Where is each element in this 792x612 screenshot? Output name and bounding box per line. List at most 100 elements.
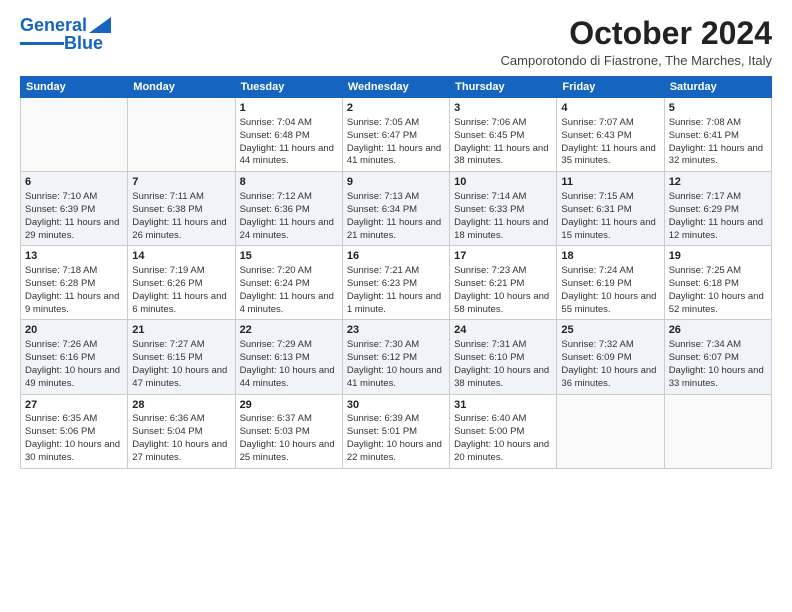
day-number: 6	[25, 175, 123, 190]
day-info: Sunrise: 7:30 AM Sunset: 6:12 PM Dayligh…	[347, 339, 445, 390]
day-number: 29	[240, 398, 338, 413]
day-info: Sunrise: 7:12 AM Sunset: 6:36 PM Dayligh…	[240, 191, 338, 242]
calendar-cell: 17Sunrise: 7:23 AM Sunset: 6:21 PM Dayli…	[450, 246, 557, 320]
day-number: 21	[132, 323, 230, 338]
day-number: 27	[25, 398, 123, 413]
day-info: Sunrise: 7:20 AM Sunset: 6:24 PM Dayligh…	[240, 265, 338, 316]
day-number: 19	[669, 249, 767, 264]
title-block: October 2024 Camporotondo di Fiastrone, …	[501, 16, 772, 68]
calendar-cell: 25Sunrise: 7:32 AM Sunset: 6:09 PM Dayli…	[557, 320, 664, 394]
calendar-cell: 7Sunrise: 7:11 AM Sunset: 6:38 PM Daylig…	[128, 172, 235, 246]
calendar-cell: 13Sunrise: 7:18 AM Sunset: 6:28 PM Dayli…	[21, 246, 128, 320]
day-info: Sunrise: 7:05 AM Sunset: 6:47 PM Dayligh…	[347, 117, 445, 168]
calendar-cell: 24Sunrise: 7:31 AM Sunset: 6:10 PM Dayli…	[450, 320, 557, 394]
calendar-cell: 18Sunrise: 7:24 AM Sunset: 6:19 PM Dayli…	[557, 246, 664, 320]
day-number: 3	[454, 101, 552, 116]
day-info: Sunrise: 7:25 AM Sunset: 6:18 PM Dayligh…	[669, 265, 767, 316]
day-number: 24	[454, 323, 552, 338]
calendar-week-2: 6Sunrise: 7:10 AM Sunset: 6:39 PM Daylig…	[21, 172, 772, 246]
calendar-header-thursday: Thursday	[450, 77, 557, 98]
day-info: Sunrise: 7:18 AM Sunset: 6:28 PM Dayligh…	[25, 265, 123, 316]
calendar-header-row: SundayMondayTuesdayWednesdayThursdayFrid…	[21, 77, 772, 98]
calendar-week-5: 27Sunrise: 6:35 AM Sunset: 5:06 PM Dayli…	[21, 394, 772, 468]
calendar-table: SundayMondayTuesdayWednesdayThursdayFrid…	[20, 76, 772, 468]
day-number: 30	[347, 398, 445, 413]
day-number: 26	[669, 323, 767, 338]
calendar-cell: 11Sunrise: 7:15 AM Sunset: 6:31 PM Dayli…	[557, 172, 664, 246]
day-info: Sunrise: 7:15 AM Sunset: 6:31 PM Dayligh…	[561, 191, 659, 242]
calendar-cell: 6Sunrise: 7:10 AM Sunset: 6:39 PM Daylig…	[21, 172, 128, 246]
calendar-cell: 5Sunrise: 7:08 AM Sunset: 6:41 PM Daylig…	[664, 98, 771, 172]
calendar-cell: 31Sunrise: 6:40 AM Sunset: 5:00 PM Dayli…	[450, 394, 557, 468]
calendar-week-4: 20Sunrise: 7:26 AM Sunset: 6:16 PM Dayli…	[21, 320, 772, 394]
calendar-cell: 29Sunrise: 6:37 AM Sunset: 5:03 PM Dayli…	[235, 394, 342, 468]
day-info: Sunrise: 7:17 AM Sunset: 6:29 PM Dayligh…	[669, 191, 767, 242]
day-number: 22	[240, 323, 338, 338]
day-info: Sunrise: 7:26 AM Sunset: 6:16 PM Dayligh…	[25, 339, 123, 390]
logo-icon	[89, 17, 111, 33]
day-info: Sunrise: 7:06 AM Sunset: 6:45 PM Dayligh…	[454, 117, 552, 168]
calendar-header-saturday: Saturday	[664, 77, 771, 98]
calendar-cell: 16Sunrise: 7:21 AM Sunset: 6:23 PM Dayli…	[342, 246, 449, 320]
day-number: 23	[347, 323, 445, 338]
calendar-cell	[128, 98, 235, 172]
day-number: 5	[669, 101, 767, 116]
day-info: Sunrise: 7:07 AM Sunset: 6:43 PM Dayligh…	[561, 117, 659, 168]
day-info: Sunrise: 6:39 AM Sunset: 5:01 PM Dayligh…	[347, 413, 445, 464]
day-number: 13	[25, 249, 123, 264]
calendar-header-wednesday: Wednesday	[342, 77, 449, 98]
day-info: Sunrise: 7:34 AM Sunset: 6:07 PM Dayligh…	[669, 339, 767, 390]
day-info: Sunrise: 7:04 AM Sunset: 6:48 PM Dayligh…	[240, 117, 338, 168]
day-info: Sunrise: 7:08 AM Sunset: 6:41 PM Dayligh…	[669, 117, 767, 168]
calendar-cell: 27Sunrise: 6:35 AM Sunset: 5:06 PM Dayli…	[21, 394, 128, 468]
day-number: 9	[347, 175, 445, 190]
calendar-header-sunday: Sunday	[21, 77, 128, 98]
calendar-header-monday: Monday	[128, 77, 235, 98]
day-number: 8	[240, 175, 338, 190]
day-info: Sunrise: 7:10 AM Sunset: 6:39 PM Dayligh…	[25, 191, 123, 242]
calendar-cell: 22Sunrise: 7:29 AM Sunset: 6:13 PM Dayli…	[235, 320, 342, 394]
calendar-header-tuesday: Tuesday	[235, 77, 342, 98]
day-info: Sunrise: 6:36 AM Sunset: 5:04 PM Dayligh…	[132, 413, 230, 464]
day-number: 12	[669, 175, 767, 190]
day-number: 7	[132, 175, 230, 190]
calendar-cell: 26Sunrise: 7:34 AM Sunset: 6:07 PM Dayli…	[664, 320, 771, 394]
day-info: Sunrise: 7:21 AM Sunset: 6:23 PM Dayligh…	[347, 265, 445, 316]
calendar-week-1: 1Sunrise: 7:04 AM Sunset: 6:48 PM Daylig…	[21, 98, 772, 172]
day-info: Sunrise: 6:35 AM Sunset: 5:06 PM Dayligh…	[25, 413, 123, 464]
day-info: Sunrise: 6:40 AM Sunset: 5:00 PM Dayligh…	[454, 413, 552, 464]
calendar-week-3: 13Sunrise: 7:18 AM Sunset: 6:28 PM Dayli…	[21, 246, 772, 320]
calendar-cell: 3Sunrise: 7:06 AM Sunset: 6:45 PM Daylig…	[450, 98, 557, 172]
month-title: October 2024	[501, 16, 772, 51]
calendar-cell: 1Sunrise: 7:04 AM Sunset: 6:48 PM Daylig…	[235, 98, 342, 172]
day-number: 18	[561, 249, 659, 264]
calendar-cell: 9Sunrise: 7:13 AM Sunset: 6:34 PM Daylig…	[342, 172, 449, 246]
day-number: 28	[132, 398, 230, 413]
day-number: 2	[347, 101, 445, 116]
logo: General Blue	[20, 16, 111, 54]
day-number: 10	[454, 175, 552, 190]
logo-blue: Blue	[64, 34, 103, 54]
logo-general: General	[20, 15, 87, 35]
calendar-cell: 8Sunrise: 7:12 AM Sunset: 6:36 PM Daylig…	[235, 172, 342, 246]
day-number: 25	[561, 323, 659, 338]
day-number: 4	[561, 101, 659, 116]
day-number: 14	[132, 249, 230, 264]
day-info: Sunrise: 7:14 AM Sunset: 6:33 PM Dayligh…	[454, 191, 552, 242]
day-info: Sunrise: 7:23 AM Sunset: 6:21 PM Dayligh…	[454, 265, 552, 316]
day-number: 16	[347, 249, 445, 264]
day-info: Sunrise: 7:13 AM Sunset: 6:34 PM Dayligh…	[347, 191, 445, 242]
calendar-cell: 21Sunrise: 7:27 AM Sunset: 6:15 PM Dayli…	[128, 320, 235, 394]
day-number: 11	[561, 175, 659, 190]
calendar-cell: 15Sunrise: 7:20 AM Sunset: 6:24 PM Dayli…	[235, 246, 342, 320]
calendar-cell: 4Sunrise: 7:07 AM Sunset: 6:43 PM Daylig…	[557, 98, 664, 172]
day-info: Sunrise: 6:37 AM Sunset: 5:03 PM Dayligh…	[240, 413, 338, 464]
calendar-cell	[557, 394, 664, 468]
day-info: Sunrise: 7:19 AM Sunset: 6:26 PM Dayligh…	[132, 265, 230, 316]
day-number: 17	[454, 249, 552, 264]
calendar-header-friday: Friday	[557, 77, 664, 98]
calendar-cell: 2Sunrise: 7:05 AM Sunset: 6:47 PM Daylig…	[342, 98, 449, 172]
subtitle: Camporotondo di Fiastrone, The Marches, …	[501, 53, 772, 68]
day-info: Sunrise: 7:24 AM Sunset: 6:19 PM Dayligh…	[561, 265, 659, 316]
day-number: 31	[454, 398, 552, 413]
